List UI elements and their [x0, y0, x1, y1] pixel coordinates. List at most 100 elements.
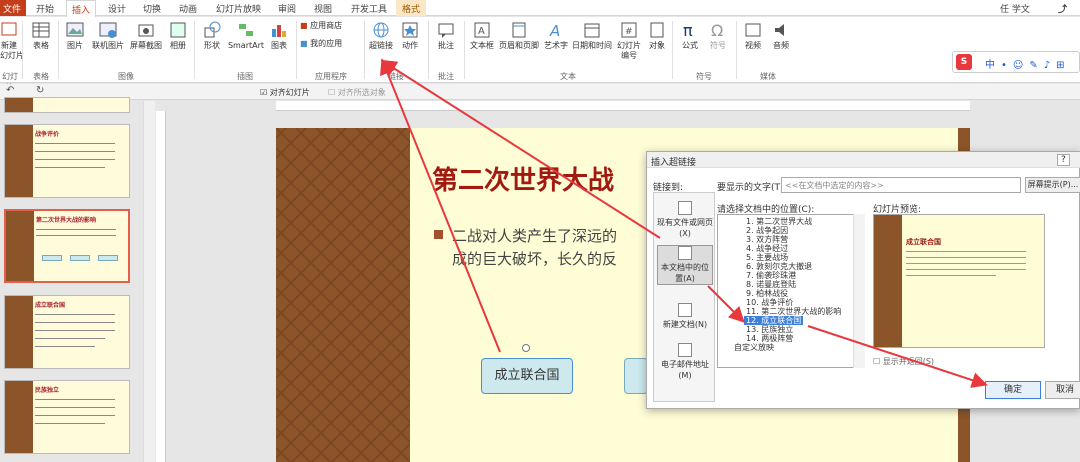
album-button[interactable]: 相册: [166, 21, 190, 51]
slide-number-button[interactable]: # 幻灯片 编号: [614, 21, 644, 61]
ok-button[interactable]: 确定: [985, 381, 1041, 399]
header-footer-label: 页眉和页脚: [499, 41, 539, 50]
shape-united-nations[interactable]: 成立联合国: [481, 358, 573, 394]
rotate-handle-icon[interactable]: [522, 344, 530, 352]
tree-item[interactable]: 11. 第二次世界大战的影响: [746, 307, 841, 316]
align-slide-checkbox[interactable]: ☑ 对齐幻灯片: [260, 87, 310, 98]
ime-icons[interactable]: 中•☺✎♪⊞: [985, 56, 1070, 71]
new-slide-button[interactable]: 新建 幻灯片: [0, 21, 24, 61]
smartart-button[interactable]: SmartArt: [226, 21, 266, 51]
chart-button[interactable]: 图表: [268, 21, 290, 51]
tree-item[interactable]: 5. 主要战场: [746, 253, 788, 262]
hyperlink-button[interactable]: 超链接: [368, 21, 394, 51]
tab-format[interactable]: 格式: [396, 0, 427, 16]
picture-button[interactable]: 图片: [62, 21, 88, 51]
my-apps-button[interactable]: ■ 我的应用: [300, 39, 360, 49]
nav-new-document[interactable]: 新建文档(N): [657, 303, 713, 330]
slide-body-line[interactable]: 二战对人类产生了深远的: [452, 225, 617, 246]
svg-text:π: π: [683, 21, 693, 39]
tab-transitions[interactable]: 切换: [143, 2, 161, 15]
redo-icon[interactable]: ↻: [36, 85, 44, 96]
slide-title[interactable]: 第二次世界大战: [432, 160, 614, 197]
tab-insert[interactable]: 插入: [66, 0, 97, 17]
tree-item[interactable]: 自定义放映: [734, 343, 774, 352]
online-picture-button[interactable]: 联机图片: [90, 21, 126, 51]
chart-label: 图表: [271, 41, 287, 50]
slide-thumbnail[interactable]: [4, 97, 130, 113]
shapes-button[interactable]: 形状: [200, 21, 224, 51]
tab-file[interactable]: 文件: [0, 0, 26, 16]
nav-place-in-document[interactable]: 本文档中的位置(A): [657, 245, 713, 285]
screen-tip-button[interactable]: 屏幕提示(P)...: [1025, 177, 1080, 193]
slide-thumbnail[interactable]: 成立联合国: [4, 295, 130, 369]
nav-label: 电子邮件地址(M): [661, 360, 709, 380]
tree-scrollbar[interactable]: [853, 214, 865, 368]
tree-item[interactable]: 10. 战争评价: [746, 298, 793, 307]
calendar-icon: [584, 23, 600, 38]
tab-design[interactable]: 设计: [108, 2, 126, 15]
shape-partial[interactable]: [624, 358, 648, 394]
tree-item[interactable]: 2. 战争起因: [746, 226, 788, 235]
tree-item[interactable]: 7. 偷袭珍珠港: [746, 271, 796, 280]
tree-item[interactable]: 8. 诺曼底登陆: [746, 280, 796, 289]
thumb-title: 民族独立: [35, 387, 60, 394]
tree-item[interactable]: 1. 第二次世界大战: [746, 217, 812, 226]
header-footer-button[interactable]: 页眉和页脚: [498, 21, 540, 51]
comment-button[interactable]: 批注: [434, 21, 458, 51]
tree-item[interactable]: 3. 双方阵营: [746, 235, 788, 244]
wordart-button[interactable]: A 艺术字: [542, 21, 570, 51]
show-return-checkbox[interactable]: ☐ 显示并返回(S): [873, 356, 934, 367]
slide-body-line[interactable]: 成的巨大破坏，长久的反: [452, 248, 617, 269]
tab-developer[interactable]: 开发工具: [351, 2, 387, 15]
slide-thumbnail[interactable]: 民族独立: [4, 380, 130, 454]
table-button[interactable]: 表格: [28, 21, 54, 51]
tab-review[interactable]: 审阅: [278, 2, 296, 15]
album-icon: [170, 22, 186, 38]
cancel-button[interactable]: 取消: [1045, 381, 1080, 399]
audio-button[interactable]: 音频: [770, 21, 792, 51]
tree-item[interactable]: 9. 柏林战役: [746, 289, 788, 298]
tree-item[interactable]: 4. 战争经过: [746, 244, 788, 253]
action-button[interactable]: 动作: [398, 21, 422, 51]
thumb-title: 成立联合国: [35, 302, 66, 309]
nav-existing-file[interactable]: 现有文件或网页(X): [657, 201, 713, 239]
nav-email[interactable]: 电子邮件地址(M): [657, 343, 713, 381]
datetime-button[interactable]: 日期和时间: [572, 21, 612, 51]
slide-thumbnail[interactable]: 战争评价: [4, 124, 130, 198]
equation-button[interactable]: π 公式: [678, 21, 702, 51]
help-icon[interactable]: ?: [1057, 154, 1070, 166]
store-button[interactable]: ■ 应用商店: [300, 21, 354, 31]
tab-animations[interactable]: 动画: [179, 2, 197, 15]
smartart-icon: [239, 24, 253, 36]
textbox-button[interactable]: A 文本框: [468, 21, 496, 51]
display-text-input[interactable]: <<在文档中选定的内容>>: [781, 177, 1021, 193]
user-name[interactable]: 任 学文: [1000, 2, 1030, 15]
group-media: 媒体: [760, 72, 776, 81]
align-selected-checkbox[interactable]: ☐ 对齐所选对象: [328, 87, 386, 98]
tab-view[interactable]: 视图: [314, 2, 332, 15]
nav-label: 现有文件或网页(X): [657, 218, 713, 238]
slide-thumbnail-selected[interactable]: 第二次世界大战的影响: [4, 209, 130, 283]
tree-item[interactable]: 14. 两极阵营: [746, 334, 793, 343]
object-icon: [650, 22, 664, 38]
tab-home[interactable]: 开始: [36, 2, 54, 15]
ime-toolbar[interactable]: S 中•☺✎♪⊞: [952, 51, 1080, 73]
screenshot-button[interactable]: 屏幕截图: [128, 21, 164, 51]
tab-slideshow[interactable]: 幻灯片放映: [216, 2, 261, 15]
tree-item[interactable]: 6. 敦刻尔克大撤退: [746, 262, 812, 271]
tree-item[interactable]: 13. 民族独立: [746, 325, 793, 334]
symbol-button[interactable]: Ω 符号: [706, 21, 730, 51]
share-icon[interactable]: ⤴: [1058, 2, 1067, 15]
video-button[interactable]: 视频: [742, 21, 764, 51]
comment-icon: [438, 23, 454, 38]
textbox-label: 文本框: [470, 41, 494, 50]
ribbon: 新建 幻灯片 幻灯片 表格 表格 图片 联机图片 屏幕截图 相册 图像 形状 S…: [0, 17, 1080, 92]
undo-icon[interactable]: ↶: [6, 85, 14, 96]
screenshot-label: 屏幕截图: [130, 41, 162, 50]
document-place-tree[interactable]: 1. 第二次世界大战 2. 战争起因 3. 双方阵营 4. 战争经过 5. 主要…: [717, 214, 865, 368]
object-button[interactable]: 对象: [646, 21, 668, 51]
thumbnail-scrollbar[interactable]: [143, 101, 155, 462]
hyperlink-label: 超链接: [369, 41, 393, 50]
document-place-icon: [678, 246, 692, 260]
tree-item-selected[interactable]: 12. 成立联合国: [744, 316, 804, 325]
